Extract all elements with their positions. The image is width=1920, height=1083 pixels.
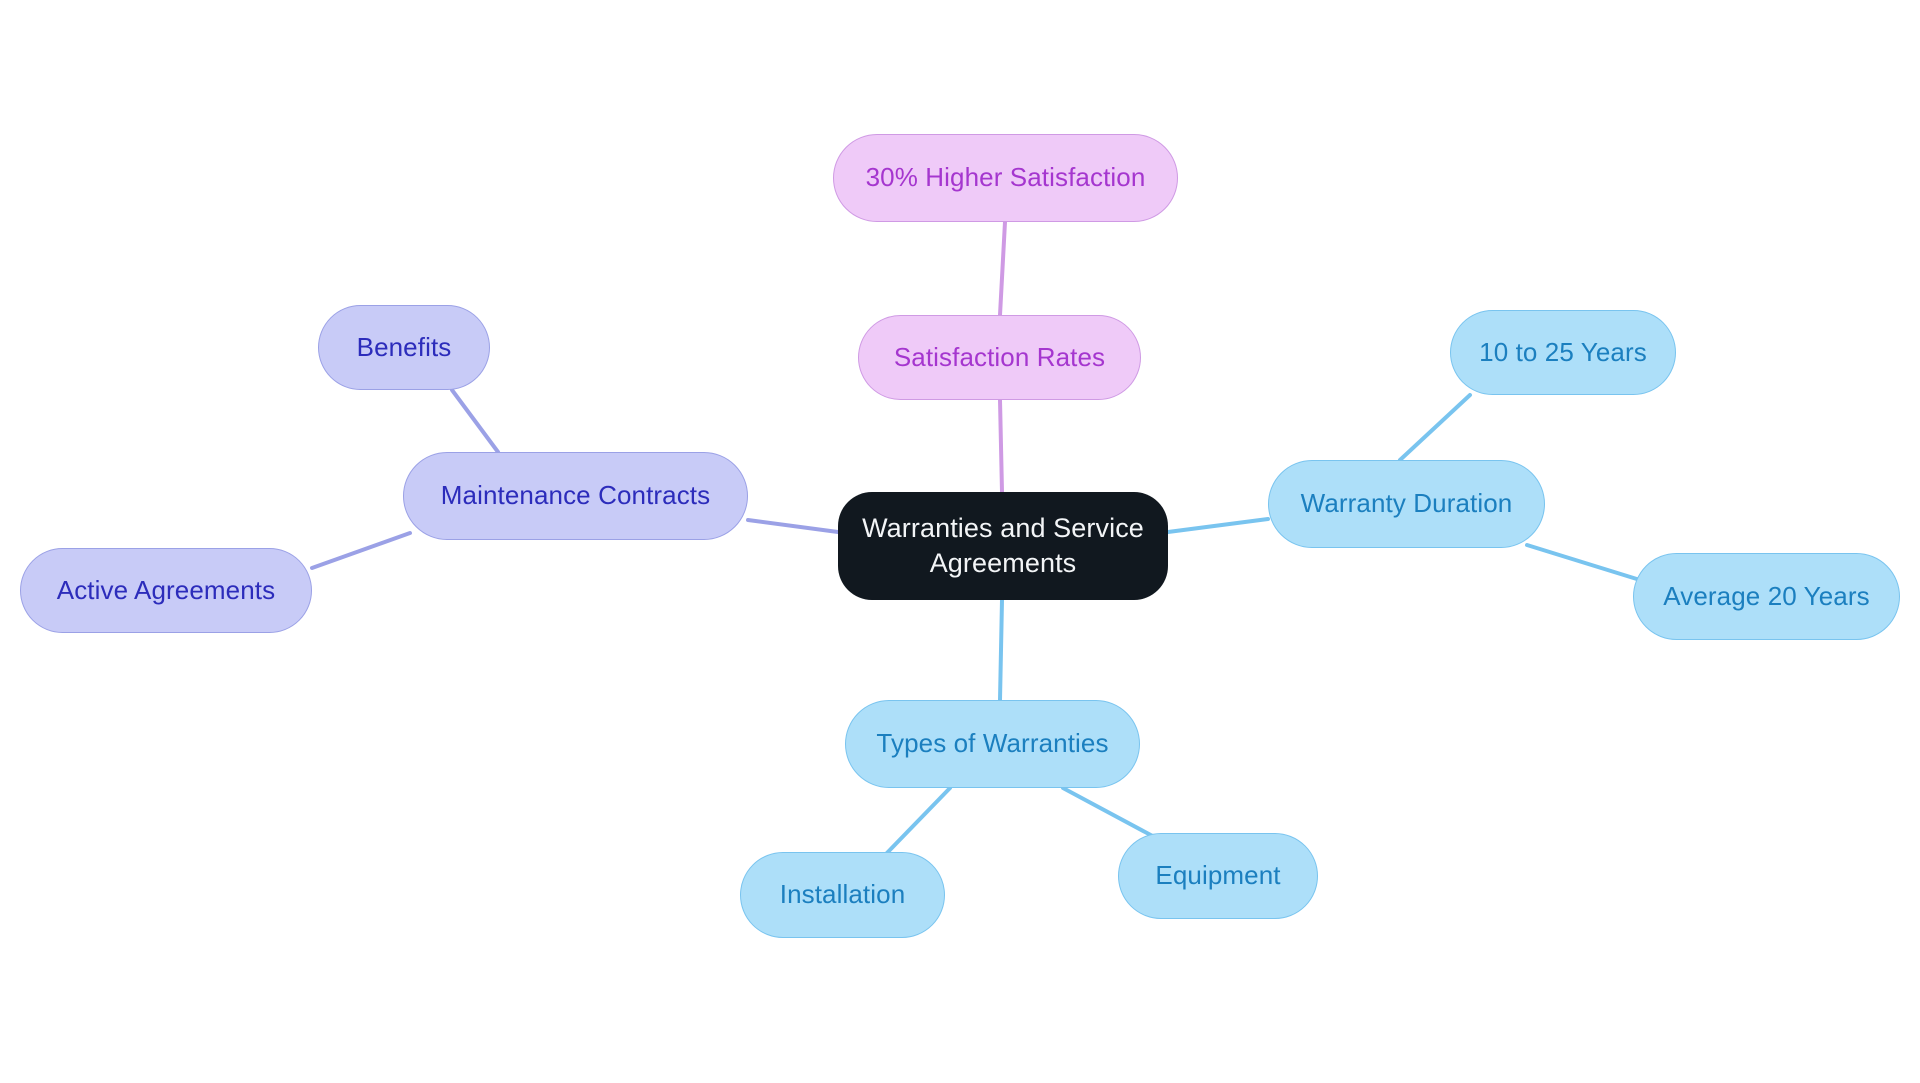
mindmap-node-ten-to-25-years[interactable]: 10 to 25 Years [1450,310,1676,395]
edge-duration-ten25 [1398,393,1472,462]
mindmap-node-label-maintenance-contracts: Maintenance Contracts [440,480,711,511]
mindmap-node-types-of-warranties[interactable]: Types of Warranties [845,700,1140,788]
mindmap-node-label-active-agreements: Active Agreements [56,574,276,605]
mindmap-node-label-benefits: Benefits [356,331,452,362]
edge-root-types [998,598,1004,702]
mindmap-node-label-higher-satisfaction: 30% Higher Satisfaction [865,162,1146,193]
mindmap-node-higher-satisfaction[interactable]: 30% Higher Satisfaction [833,134,1178,222]
mindmap-node-label-types-of-warranties: Types of Warranties [876,728,1109,759]
mindmap-node-satisfaction-rates[interactable]: Satisfaction Rates [858,315,1141,400]
mindmap-node-active-agreements[interactable]: Active Agreements [20,548,312,633]
mindmap-node-label-installation: Installation [779,879,906,910]
mindmap-node-label-warranty-duration: Warranty Duration [1300,488,1513,519]
mindmap-node-label-satisfaction-rates: Satisfaction Rates [893,341,1106,372]
edge-types-equipment [1061,786,1162,842]
edge-root-satisfaction [998,398,1004,494]
edge-types-installation [883,786,952,857]
mindmap-node-benefits[interactable]: Benefits [318,305,490,390]
mindmap-node-average-20-years[interactable]: Average 20 Years [1633,553,1900,640]
edge-root-duration [1166,517,1270,534]
mindmap-node-equipment[interactable]: Equipment [1118,833,1318,919]
mindmap-root-node[interactable]: Warranties and Service Agreements [838,492,1168,600]
mindmap-node-maintenance-contracts[interactable]: Maintenance Contracts [403,452,748,540]
mindmap-root-label: Warranties and Service Agreements [862,513,1144,578]
mindmap-canvas: Warranties and Service Agreements Mainten… [0,0,1920,1083]
edge-maintenance-benefits [450,388,500,454]
mindmap-node-label-ten-to-25-years: 10 to 25 Years [1479,336,1647,367]
mindmap-node-installation[interactable]: Installation [740,852,945,938]
mindmap-node-label-average-20-years: Average 20 Years [1663,580,1870,611]
edge-maintenance-active [310,531,412,570]
mindmap-node-label-equipment: Equipment [1155,860,1281,891]
edge-root-maintenance [746,518,840,534]
edge-duration-average [1525,543,1642,582]
edge-satisfaction-higher [998,220,1007,317]
mindmap-node-warranty-duration[interactable]: Warranty Duration [1268,460,1545,548]
